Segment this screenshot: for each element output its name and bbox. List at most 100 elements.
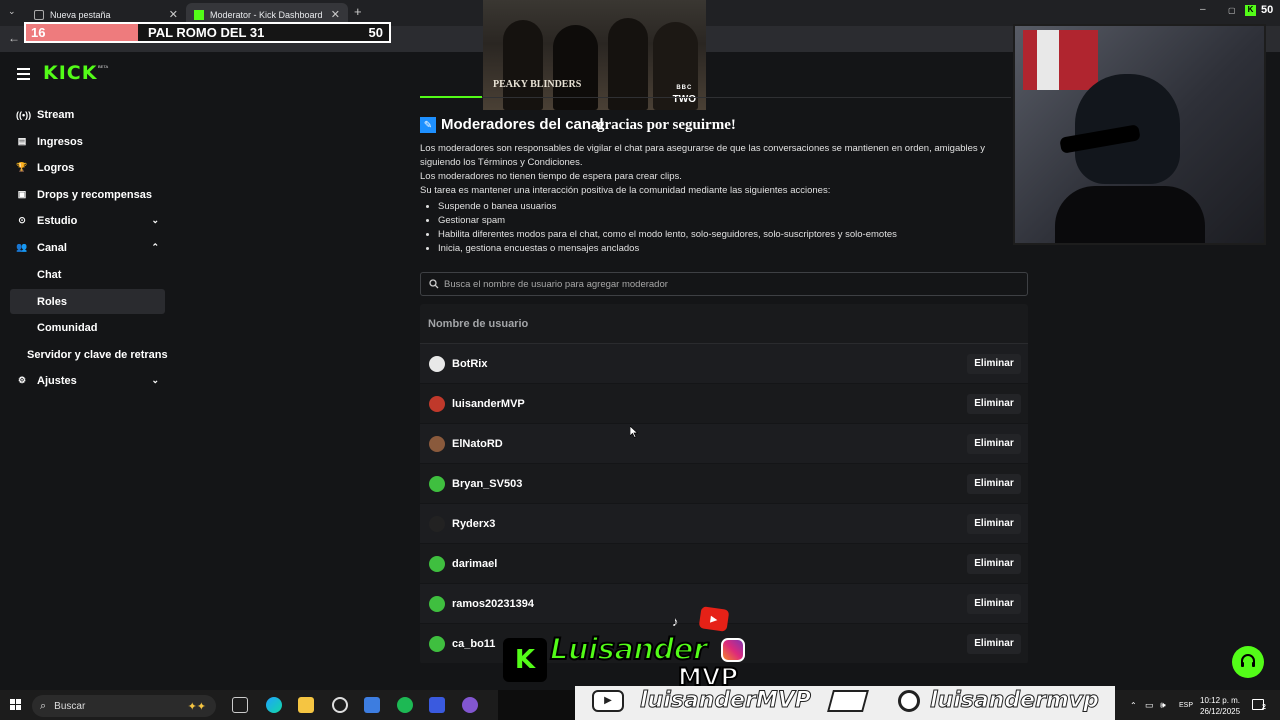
video-channel: TWO	[672, 94, 696, 105]
tiktok-icon: ♪	[672, 614, 679, 629]
spotify-icon[interactable]	[397, 697, 413, 713]
video-network: BBC	[676, 85, 693, 91]
video-show-title: PEAKY BLINDERS	[493, 79, 582, 90]
menu-icon[interactable]	[17, 68, 30, 83]
close-icon[interactable]: ✕	[331, 8, 340, 21]
avatar	[429, 635, 445, 652]
sidebar-item-stream[interactable]: ((•)) Stream	[10, 102, 165, 127]
description-line: Los moderadores no tienen tiempo de espe…	[420, 171, 682, 182]
active-tab-indicator	[420, 96, 482, 98]
headset-icon	[1241, 654, 1255, 667]
file-explorer-icon[interactable]	[298, 697, 314, 713]
sidebar-item-ingresos[interactable]: ▤ Ingresos	[10, 129, 165, 154]
clock-date: 26/12/2025	[1200, 707, 1241, 716]
remove-moderator-button[interactable]: Eliminar	[967, 473, 1021, 494]
moderator-username[interactable]: darimael	[452, 558, 497, 570]
kick-logo[interactable]: KICK	[43, 62, 97, 84]
brand-name: Luisander	[549, 631, 708, 667]
moderator-username[interactable]: Bryan_SV503	[452, 478, 522, 490]
video-channel-badge: BBC TWO	[673, 83, 696, 105]
table-row: darimael Eliminar	[420, 544, 1028, 584]
remove-moderator-button[interactable]: Eliminar	[967, 553, 1021, 574]
sidebar-item-label: Stream	[37, 108, 75, 121]
search-input[interactable]	[444, 278, 1014, 290]
tray-chevron-icon[interactable]: ⌃	[1130, 701, 1137, 710]
back-arrow-icon[interactable]: ←	[8, 31, 20, 45]
beta-badge: BETA	[98, 64, 109, 69]
avatar	[429, 355, 445, 372]
remove-moderator-button[interactable]: Eliminar	[967, 393, 1021, 414]
new-tab-plus-icon[interactable]: +	[354, 4, 362, 19]
gear-icon: ⚙	[17, 375, 27, 385]
kick-favicon-icon	[194, 9, 204, 20]
store-icon[interactable]	[364, 697, 380, 713]
moderator-username[interactable]: ca_bo11	[452, 638, 495, 650]
chevron-down-icon: ⌄	[151, 375, 159, 385]
language-indicator[interactable]: ESP	[1179, 702, 1193, 709]
search-icon	[429, 279, 439, 289]
description-line: Su tarea es mantener una interacción pos…	[420, 185, 831, 196]
sparkle-icon: ✦✦	[187, 700, 206, 713]
moderator-username[interactable]: Ryderx3	[452, 518, 495, 530]
minimize-icon[interactable]: –	[1200, 4, 1206, 15]
table-row: Ryderx3 Eliminar	[420, 504, 1028, 544]
discord-icon[interactable]	[462, 697, 478, 713]
threads-icon	[898, 690, 920, 712]
chevron-up-icon: ⌃	[151, 242, 159, 252]
remove-moderator-button[interactable]: Eliminar	[967, 593, 1021, 614]
moderator-username[interactable]: BotRix	[452, 358, 487, 370]
wallet-icon: ▤	[17, 136, 27, 146]
network-icon[interactable]: ▭	[1145, 700, 1154, 711]
windows-start-icon[interactable]	[10, 699, 22, 711]
support-chat-button[interactable]	[1232, 646, 1264, 678]
sidebar-item-ajustes[interactable]: ⚙ Ajustes ⌄	[10, 368, 165, 393]
moderator-username[interactable]: ElNatoRD	[452, 438, 503, 450]
sidebar-item-estudio[interactable]: ⊙ Estudio ⌄	[10, 208, 165, 233]
remove-moderator-button[interactable]: Eliminar	[967, 433, 1021, 454]
sidebar-item-canal[interactable]: 👥 Canal ⌃	[10, 235, 165, 260]
obs-icon[interactable]	[332, 697, 348, 713]
sidebar-item-comunidad[interactable]: Comunidad	[37, 315, 98, 340]
brand-kick-logo: K	[503, 638, 547, 682]
avatar	[429, 555, 445, 572]
actions-list: Suspende o banea usuarios Gestionar spam…	[438, 200, 1020, 256]
moderator-username[interactable]: luisanderMVP	[452, 398, 525, 410]
webcam-feed	[1013, 24, 1266, 245]
broadcast-icon: ((•))	[16, 109, 32, 120]
sidebar-item-drops[interactable]: ▣ Drops y recompensas	[10, 182, 165, 207]
taskbar-app-strip	[498, 690, 575, 720]
close-icon[interactable]: ✕	[169, 8, 178, 21]
taskbar-clock[interactable]: 10:12 p. m. 26/12/2025	[1200, 695, 1240, 717]
sidebar-item-chat[interactable]: Chat	[37, 262, 61, 287]
score-title: PAL ROMO DEL 31	[148, 25, 265, 40]
sidebar-item-logros[interactable]: 🏆 Logros	[10, 155, 165, 180]
table-row: Bryan_SV503 Eliminar	[420, 464, 1028, 504]
edge-icon[interactable]	[266, 697, 282, 713]
table-row: BotRix Eliminar	[420, 344, 1028, 384]
task-view-icon[interactable]	[232, 697, 248, 713]
remove-moderator-button[interactable]: Eliminar	[967, 633, 1021, 654]
maximize-icon[interactable]: ▢	[1228, 6, 1236, 15]
tabs-divider	[420, 97, 1011, 98]
sidebar-item-server-key[interactable]: Servidor y clave de retrans	[27, 342, 168, 367]
banner-handle-threads: luisandermvp	[930, 688, 1100, 714]
instagram-icon	[721, 638, 745, 662]
moderator-username[interactable]: ramos20231394	[452, 598, 534, 610]
clock-time: 10:12 p. m.	[1200, 696, 1241, 705]
remove-moderator-button[interactable]: Eliminar	[967, 513, 1021, 534]
gift-icon: ▣	[17, 189, 27, 199]
sidebar-item-roles[interactable]: Roles	[10, 289, 165, 314]
volume-icon[interactable]: 🕪	[1160, 700, 1166, 711]
avatar	[429, 395, 445, 412]
tab-list-icon[interactable]: ⌄	[8, 6, 16, 17]
scoreboard-overlay: 16 PAL ROMO DEL 31 50	[24, 22, 391, 43]
avatar	[429, 595, 445, 612]
remove-moderator-button[interactable]: Eliminar	[967, 353, 1021, 374]
page-title: Moderadores del canal	[441, 116, 604, 133]
score-left: 16	[26, 24, 138, 41]
search-box[interactable]	[420, 272, 1028, 296]
taskbar-search[interactable]: ⌕ Buscar ✦✦	[32, 695, 216, 717]
sidebar-item-label: Logros	[37, 161, 75, 174]
notification-count: 2	[1262, 704, 1266, 711]
app-icon[interactable]	[429, 697, 445, 713]
